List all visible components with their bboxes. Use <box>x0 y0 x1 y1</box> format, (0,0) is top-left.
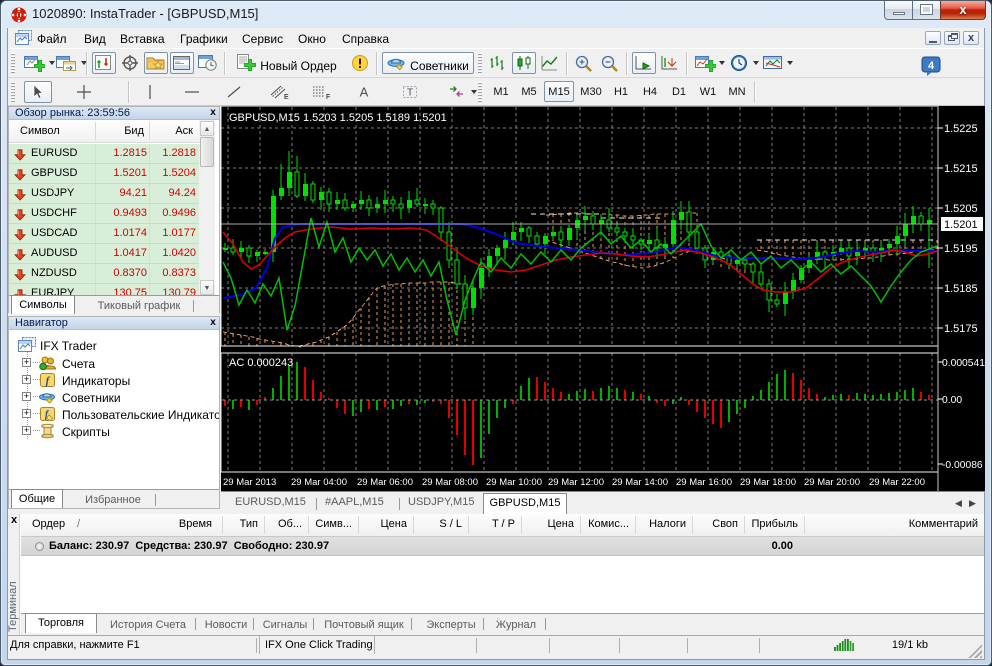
svg-text:29 Mar 04:00: 29 Mar 04:00 <box>291 477 347 488</box>
svg-text:29 Mar 22:00: 29 Mar 22:00 <box>869 477 925 488</box>
svg-text:1.5205: 1.5205 <box>944 203 978 215</box>
svg-text:1.5195: 1.5195 <box>944 243 978 255</box>
svg-text:29 Mar 16:00: 29 Mar 16:00 <box>676 477 732 488</box>
svg-text:29 Mar 08:00: 29 Mar 08:00 <box>422 477 478 488</box>
svg-text:A: A <box>360 85 369 100</box>
svg-text:1.5201: 1.5201 <box>944 219 978 231</box>
svg-text:1.5185: 1.5185 <box>944 283 978 295</box>
svg-text:29 Mar 18:00: 29 Mar 18:00 <box>740 477 796 488</box>
svg-text:1.5175: 1.5175 <box>944 323 978 335</box>
svg-text:1.5225: 1.5225 <box>944 123 978 135</box>
svg-text:29 Mar 06:00: 29 Mar 06:00 <box>357 477 413 488</box>
svg-text:29 Mar 14:00: 29 Mar 14:00 <box>612 477 668 488</box>
svg-text:29 Mar 10:00: 29 Mar 10:00 <box>486 477 542 488</box>
svg-text:29 Mar 12:00: 29 Mar 12:00 <box>548 477 604 488</box>
svg-text:1.5215: 1.5215 <box>944 163 978 175</box>
svg-text:29 Mar 20:00: 29 Mar 20:00 <box>804 477 860 488</box>
svg-text:-0.00086: -0.00086 <box>942 460 983 471</box>
svg-text:29 Mar 2013: 29 Mar 2013 <box>223 477 276 488</box>
svg-text:F: F <box>326 94 330 101</box>
svg-text:GBPUSD,M15 1.5203 1.5205 1.51: GBPUSD,M15 1.5203 1.5205 1.5189 1.5201 <box>229 112 447 124</box>
svg-text:4: 4 <box>928 60 935 72</box>
svg-text:E: E <box>284 94 289 101</box>
svg-text:0.000541: 0.000541 <box>942 358 985 369</box>
svg-text:T: T <box>407 88 413 99</box>
svg-text:AC 0.000243: AC 0.000243 <box>229 357 293 369</box>
svg-text:0.00: 0.00 <box>942 395 962 406</box>
